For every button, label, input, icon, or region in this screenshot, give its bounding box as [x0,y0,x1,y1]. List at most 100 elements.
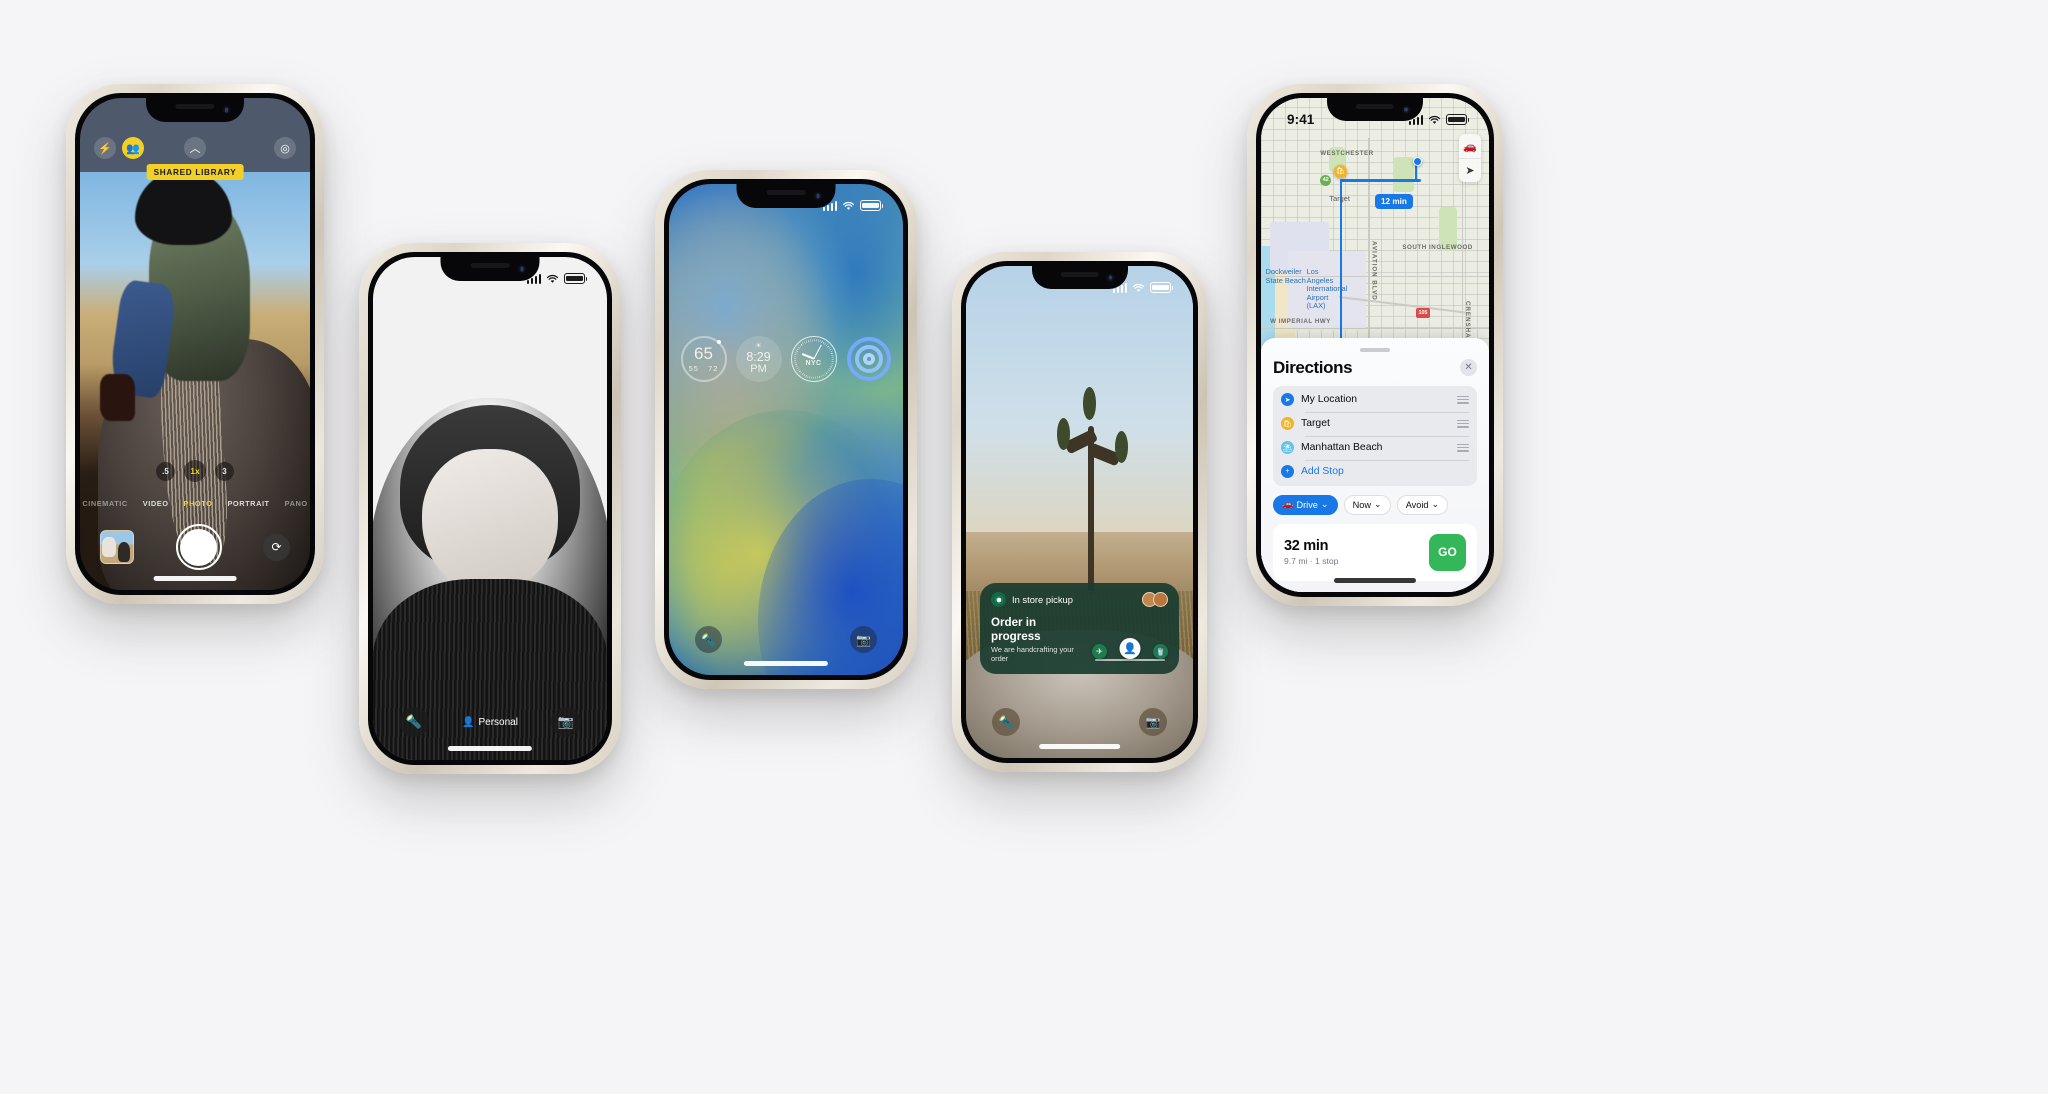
camera-icon[interactable]: 📷 [1139,708,1167,736]
flip-camera-icon[interactable]: ⟳ [263,533,290,561]
flashlight-icon[interactable]: 🔦 [695,626,722,653]
weather-high: 72 [708,364,719,374]
focus-status[interactable]: 👤 Personal [462,717,518,728]
viewfinder-rider [100,171,251,422]
home-indicator[interactable] [153,576,237,581]
camera-screen: ⚡ 👥 ︿ ◎ SHARED LIBRARY .5 1x 3 CINEMATIC… [80,98,310,590]
zoom-selector[interactable]: .5 1x 3 [156,460,234,482]
lock-bottom-bar: 🔦 📷 [966,708,1193,736]
lock-screen-live-activity: Monday, June 6 9:41 In store pickup Orde… [966,266,1193,758]
home-indicator[interactable] [1038,744,1121,749]
chip-drive[interactable]: 🚗 Drive ⌄ [1273,494,1338,515]
drag-handle-icon[interactable] [1457,443,1469,452]
route-option-chips: 🚗 Drive ⌄ Now ⌄ Avoid ⌄ [1273,494,1477,515]
stop-label: Manhattan Beach [1301,442,1383,454]
transport-mode-icon[interactable]: 🚗 [1459,134,1481,158]
eta-detail: 9.7 mi · 1 stop [1284,556,1339,567]
chip-now[interactable]: Now ⌄ [1343,494,1391,515]
go-button[interactable]: GO [1429,533,1466,571]
home-indicator[interactable] [743,661,829,666]
live-activity-header-label: In store pickup [1012,594,1073,606]
camera-mode-video[interactable]: VIDEO [143,499,169,508]
chip-label: Drive [1296,499,1318,510]
zoom-option-1x[interactable]: 1x [184,460,206,482]
chevron-down-icon: ⌄ [1320,499,1329,510]
notch [1327,98,1423,121]
eta-duration: 32 min [1284,538,1329,555]
chip-label: Avoid [1405,499,1429,510]
weather-low: 55 [688,364,699,374]
camera-mode-selector[interactable]: CINEMATIC VIDEO PHOTO PORTRAIT PANO [80,499,310,508]
route-line-horizontal-top [1340,179,1421,182]
map-pin-target[interactable]: 🛍 [1333,164,1347,178]
camera-mode-portrait[interactable]: PORTRAIT [227,499,269,508]
camera-mode-cinematic[interactable]: CINEMATIC [82,499,127,508]
shutter-button[interactable] [175,524,222,570]
battery-icon [1446,114,1470,125]
list-item[interactable]: ➤ My Location [1281,388,1469,412]
notch [736,184,836,208]
list-item[interactable]: ⛱ Manhattan Beach [1281,435,1469,460]
stop-label: Target [1301,418,1330,430]
wallpaper-portrait [373,257,607,760]
wifi-icon [1132,283,1145,292]
phone-lock-bw: Monday, June 6 9:41 🔦 👤 Personal 📷 [359,243,621,774]
zoom-option-3[interactable]: 3 [215,461,234,481]
phone-lock-widgets: Monday, June 6 9:41 65 55 72 ☀ [655,170,917,689]
route-shield-42: 42 [1320,174,1332,186]
maps-screen: 🛍 ⛱ 12 min 20 min 42 105 1 WESTCHESTER T… [1261,98,1489,592]
eta-badge-12min[interactable]: 12 min [1375,194,1413,210]
flashlight-icon[interactable]: 🔦 [399,707,429,737]
wifi-icon [842,201,855,210]
phone-bezel: Monday, June 6 9:41 In store pickup Orde… [961,261,1198,763]
shared-library-icon[interactable]: 👥 [122,137,144,159]
flashlight-icon[interactable]: 🔦 [992,708,1020,736]
weather-widget[interactable]: 65 55 72 [680,336,727,382]
world-clock-widget[interactable]: NYC [790,336,837,382]
lock-bottom-bar: 🔦 👤 Personal 📷 [373,698,607,746]
home-indicator[interactable] [447,746,533,751]
map-label-dockweiler: Dockweiler State Beach [1265,267,1306,285]
photo-thumbnail[interactable] [100,530,134,564]
live-photo-icon[interactable]: ◎ [274,137,296,159]
lock-screen-bw: Monday, June 6 9:41 🔦 👤 Personal 📷 [373,257,607,760]
phone-maps: 🛍 ⛱ 12 min 20 min 42 105 1 WESTCHESTER T… [1247,84,1503,606]
flash-icon[interactable]: ⚡ [94,137,116,159]
chevron-down-icon: ⌄ [1374,499,1382,510]
sunset-icon: ☀ [754,341,763,351]
close-icon[interactable]: ✕ [1460,359,1477,377]
phone-bezel: 🛍 ⛱ 12 min 20 min 42 105 1 WESTCHESTER T… [1256,93,1494,597]
list-item[interactable]: 🛍 Target [1281,411,1469,436]
notch [440,257,540,281]
activity-rings-widget[interactable] [846,336,892,382]
notch [1031,266,1128,289]
zoom-option-05[interactable]: .5 [156,461,175,481]
sunset-widget[interactable]: ☀ 8:29 PM [735,336,782,382]
starbucks-logo-icon [991,592,1006,608]
beach-umbrella-icon: ⛱ [1281,441,1294,455]
locate-me-icon[interactable]: ➤ [1459,158,1481,182]
chip-avoid[interactable]: Avoid ⌄ [1396,494,1449,515]
camera-mode-pano[interactable]: PANO [285,499,308,508]
map-controls[interactable]: 🚗 ➤ [1459,134,1481,182]
drag-handle-icon[interactable] [1457,419,1469,428]
add-stop-row[interactable]: + Add Stop [1281,459,1469,484]
order-items-thumbnails [1142,592,1168,608]
camera-icon[interactable]: 📷 [550,707,581,737]
live-activity-title: Order in progress [991,616,1041,643]
live-activity-card[interactable]: In store pickup Order in progress We are… [980,583,1179,674]
battery-icon [860,200,884,211]
phone-camera: ⚡ 👥 ︿ ◎ SHARED LIBRARY .5 1x 3 CINEMATIC… [66,84,324,604]
camera-mode-photo[interactable]: PHOTO [184,499,213,508]
phone-bezel: Monday, June 6 9:41 65 55 72 ☀ [664,179,908,680]
home-indicator[interactable] [1333,578,1417,583]
directions-sheet: Directions ✕ ➤ My Location 🛍 Target ⛱ Ma… [1261,337,1489,592]
wifi-icon [1428,115,1441,124]
page-title: Directions [1273,357,1353,377]
sheet-grabber[interactable] [1360,347,1390,352]
weather-temp: 65 [694,343,713,363]
drag-handle-icon[interactable] [1457,395,1469,404]
camera-icon[interactable]: 📷 [850,626,877,653]
status-time: 9:41 [1287,112,1315,127]
chevron-up-icon[interactable]: ︿ [184,137,206,159]
